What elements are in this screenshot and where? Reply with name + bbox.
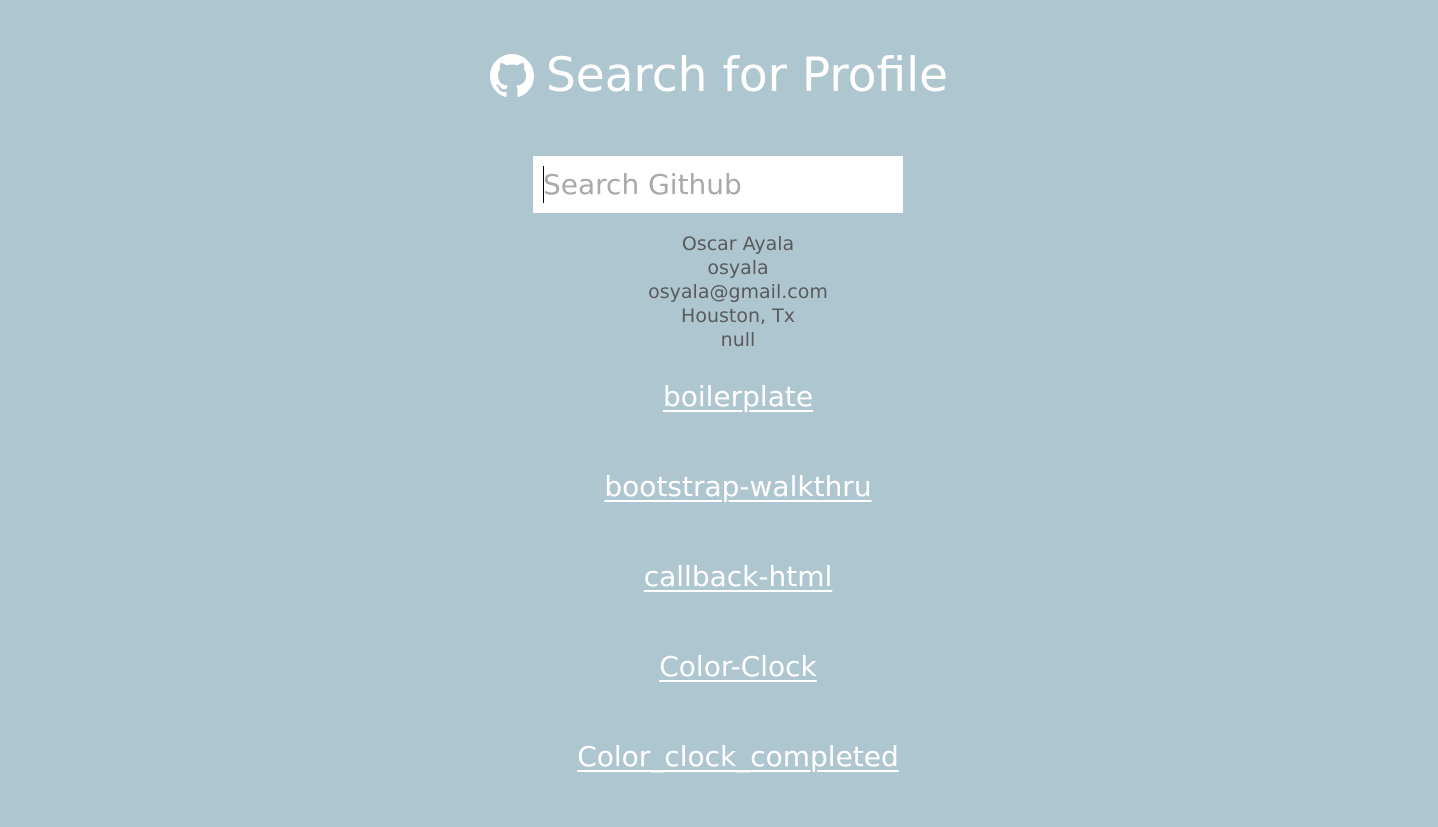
text-cursor bbox=[543, 166, 544, 203]
github-icon bbox=[489, 54, 534, 98]
search-input[interactable] bbox=[533, 156, 903, 213]
list-item: callback-html bbox=[0, 557, 1438, 647]
page-title: Search for Profile bbox=[545, 48, 949, 103]
list-item: bootstrap-walkthru bbox=[0, 467, 1438, 557]
profile-card: Oscar Ayala osyala osyala@gmail.com Hous… bbox=[0, 232, 1438, 352]
profile-name: Oscar Ayala bbox=[681, 233, 795, 255]
repo-list: boilerplate bootstrap-walkthru callback-… bbox=[0, 377, 1438, 827]
profile-location: Houston, Tx bbox=[681, 305, 795, 327]
repo-link[interactable]: Color-Clock bbox=[659, 650, 817, 683]
profile-extra: null bbox=[720, 329, 756, 351]
repo-link[interactable]: Color_clock_completed bbox=[577, 740, 899, 773]
page-header: Search for Profile bbox=[0, 44, 1438, 108]
repo-link[interactable]: bootstrap-walkthru bbox=[604, 470, 871, 503]
list-item: Color_clock_completed bbox=[0, 737, 1438, 827]
profile-username: osyala bbox=[707, 257, 769, 279]
repo-link[interactable]: boilerplate bbox=[663, 380, 813, 413]
list-item: Color-Clock bbox=[0, 647, 1438, 737]
repo-link[interactable]: callback-html bbox=[644, 560, 833, 593]
list-item: boilerplate bbox=[0, 377, 1438, 467]
profile-email: osyala@gmail.com bbox=[648, 281, 828, 303]
